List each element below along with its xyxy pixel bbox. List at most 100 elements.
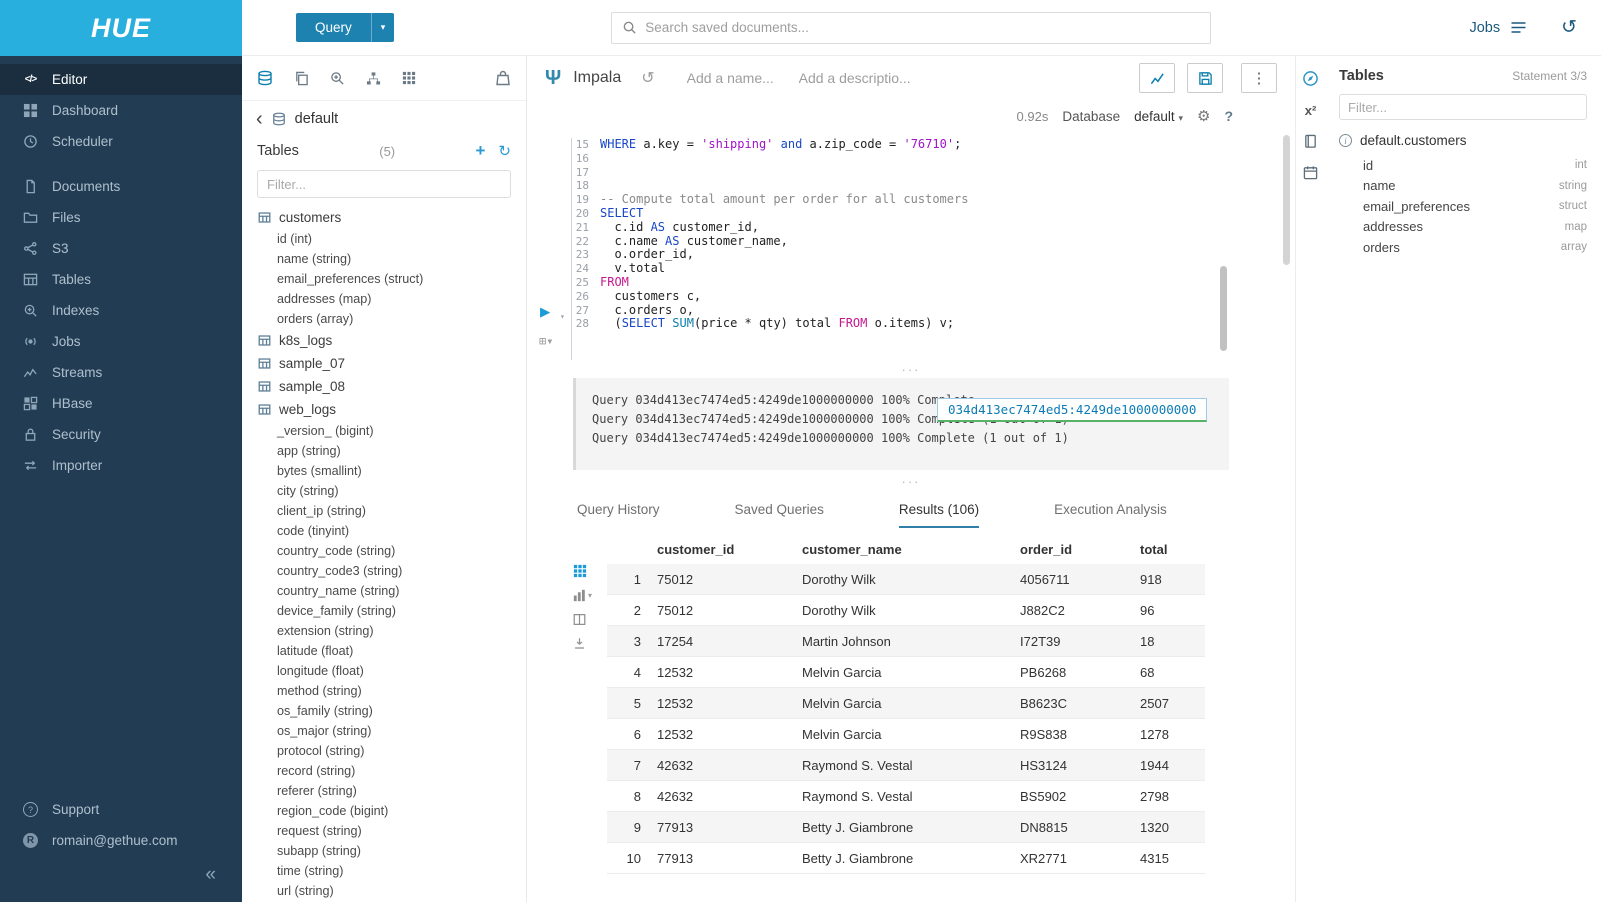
chart-view-icon[interactable]: ▾ (573, 589, 607, 602)
format-button[interactable]: ⊞▾ (539, 334, 553, 348)
table-row[interactable]: 512532Melvin GarciaB8623C2507 (607, 688, 1205, 719)
tree-column-item[interactable]: name (string) (242, 249, 526, 269)
zoom-search-icon[interactable] (330, 71, 345, 86)
tree-table-web-logs[interactable]: web_logs (242, 398, 526, 421)
table-row[interactable]: 1077913Betty J. GiambroneXR27714315 (607, 843, 1205, 874)
tree-column-item[interactable]: record (string) (242, 761, 526, 781)
database-name[interactable]: default (295, 111, 339, 127)
tree-column-item[interactable]: url (string) (242, 881, 526, 901)
column-header[interactable]: total (1140, 542, 1205, 557)
tree-table-k8s-logs[interactable]: k8s_logs (242, 329, 526, 352)
tree-column-item[interactable]: id (int) (242, 229, 526, 249)
assist-compass-icon[interactable] (1302, 70, 1319, 87)
tree-column-item[interactable]: country_code (string) (242, 541, 526, 561)
tree-column-item[interactable]: bytes (smallint) (242, 461, 526, 481)
table-row[interactable]: 612532Melvin GarciaR9S8381278 (607, 719, 1205, 750)
sidebar-item-importer[interactable]: Importer (0, 450, 242, 481)
sidebar-item-jobs[interactable]: Jobs (0, 326, 242, 357)
editor-scrollbar[interactable] (1220, 266, 1227, 351)
sidebar-item-dashboard[interactable]: Dashboard (0, 95, 242, 126)
query-dropdown-button[interactable]: ▾ (371, 13, 395, 42)
table-row[interactable]: 317254Martin JohnsonI72T3918 (607, 626, 1205, 657)
tree-column-item[interactable]: region_code (bigint) (242, 801, 526, 821)
save-button[interactable] (1187, 63, 1223, 93)
sidebar-item-hbase[interactable]: HBase (0, 388, 242, 419)
grid-view-icon[interactable] (573, 564, 607, 578)
scheduler-calendar-icon[interactable] (1303, 165, 1318, 180)
resize-handle-upper[interactable]: ··· (527, 360, 1295, 378)
query-button[interactable]: Query (296, 13, 371, 42)
active-table-item[interactable]: i default.customers (1339, 133, 1587, 148)
right-filter-input[interactable] (1339, 94, 1587, 120)
refresh-icon[interactable]: ↻ (498, 142, 511, 160)
sidebar-item-indexes[interactable]: Indexes (0, 295, 242, 326)
query-name-input[interactable] (687, 70, 787, 86)
column-item[interactable]: idint (1339, 155, 1587, 176)
column-header[interactable]: order_id (1020, 542, 1140, 557)
tree-column-item[interactable]: orders (array) (242, 309, 526, 329)
execute-button[interactable]: ▶ (540, 304, 550, 321)
column-item[interactable]: addressesmap (1339, 217, 1587, 238)
apps-grid-icon[interactable] (402, 71, 416, 85)
tree-column-item[interactable]: email_preferences (struct) (242, 269, 526, 289)
jobs-list-icon[interactable] (1510, 20, 1527, 35)
tree-table-sample-08[interactable]: sample_08 (242, 375, 526, 398)
tree-table-customers[interactable]: customers (242, 206, 526, 229)
table-row[interactable]: 977913Betty J. GiambroneDN88151320 (607, 812, 1205, 843)
query-description-input[interactable] (799, 70, 949, 86)
table-row[interactable]: 275012Dorothy WilkJ882C296 (607, 595, 1205, 626)
more-options-button[interactable]: ⋮ (1241, 63, 1277, 93)
functions-icon[interactable]: x² (1305, 103, 1317, 118)
column-item[interactable]: email_preferencesstruct (1339, 196, 1587, 217)
tree-column-item[interactable]: protocol (string) (242, 741, 526, 761)
chart-button[interactable] (1139, 63, 1175, 93)
sidebar-item-security[interactable]: Security (0, 419, 242, 450)
tree-column-item[interactable]: longitude (float) (242, 661, 526, 681)
query-id-tooltip[interactable]: 034d413ec7474ed5:4249de1000000000 (937, 398, 1207, 422)
tree-column-item[interactable]: code (tinyint) (242, 521, 526, 541)
tree-column-item[interactable]: app (string) (242, 441, 526, 461)
sitemap-icon[interactable] (366, 71, 381, 86)
support-link[interactable]: ? Support (0, 794, 242, 825)
tree-column-item[interactable]: time (string) (242, 861, 526, 881)
tab[interactable]: Execution Analysis (1054, 502, 1167, 528)
tree-column-item[interactable]: extension (string) (242, 621, 526, 641)
tree-column-item[interactable]: city (string) (242, 481, 526, 501)
table-row[interactable]: 412532Melvin GarciaPB626868 (607, 657, 1205, 688)
sidebar-item-documents[interactable]: Documents (0, 171, 242, 202)
tree-column-item[interactable]: addresses (map) (242, 289, 526, 309)
tree-column-item[interactable]: country_name (string) (242, 581, 526, 601)
add-table-icon[interactable]: + (475, 141, 485, 161)
tree-column-item[interactable]: device_family (string) (242, 601, 526, 621)
editor-history-icon[interactable]: ↺ (641, 68, 654, 88)
settings-gear-icon[interactable]: ⚙ (1197, 107, 1210, 125)
help-icon[interactable]: ? (1224, 108, 1233, 124)
tree-column-item[interactable]: subapp (string) (242, 841, 526, 861)
tree-column-item[interactable]: os_major (string) (242, 721, 526, 741)
sidebar-item-files[interactable]: Files (0, 202, 242, 233)
column-header[interactable]: customer_name (802, 542, 1020, 557)
table-row[interactable]: 842632Raymond S. VestalBS59022798 (607, 781, 1205, 812)
tab[interactable]: Results (106) (899, 502, 979, 528)
tree-column-item[interactable]: _version_ (bigint) (242, 421, 526, 441)
tab[interactable]: Query History (577, 502, 660, 528)
tree-column-item[interactable]: method (string) (242, 681, 526, 701)
table-row[interactable]: 175012Dorothy Wilk4056711918 (607, 564, 1205, 595)
hue-logo[interactable]: HUE (0, 0, 242, 56)
query-history-icon[interactable]: ↺ (1561, 16, 1577, 39)
sidebar-item-scheduler[interactable]: Scheduler (0, 126, 242, 157)
database-source-icon[interactable] (257, 70, 273, 86)
table-row[interactable]: 742632Raymond S. VestalHS31241944 (607, 750, 1205, 781)
jobs-link[interactable]: Jobs (1469, 20, 1500, 36)
tree-column-item[interactable]: country_code3 (string) (242, 561, 526, 581)
tables-filter-input[interactable] (257, 170, 511, 198)
search-input[interactable] (645, 20, 1200, 35)
column-item[interactable]: namestring (1339, 176, 1587, 197)
resize-handle-lower[interactable]: ··· (527, 470, 1295, 492)
tab[interactable]: Saved Queries (735, 502, 824, 528)
tree-column-item[interactable]: client_ip (string) (242, 501, 526, 521)
tree-column-item[interactable]: referer (string) (242, 781, 526, 801)
documents-source-icon[interactable] (294, 71, 309, 86)
language-reference-book-icon[interactable] (1303, 134, 1318, 149)
sidebar-item-tables[interactable]: Tables (0, 264, 242, 295)
